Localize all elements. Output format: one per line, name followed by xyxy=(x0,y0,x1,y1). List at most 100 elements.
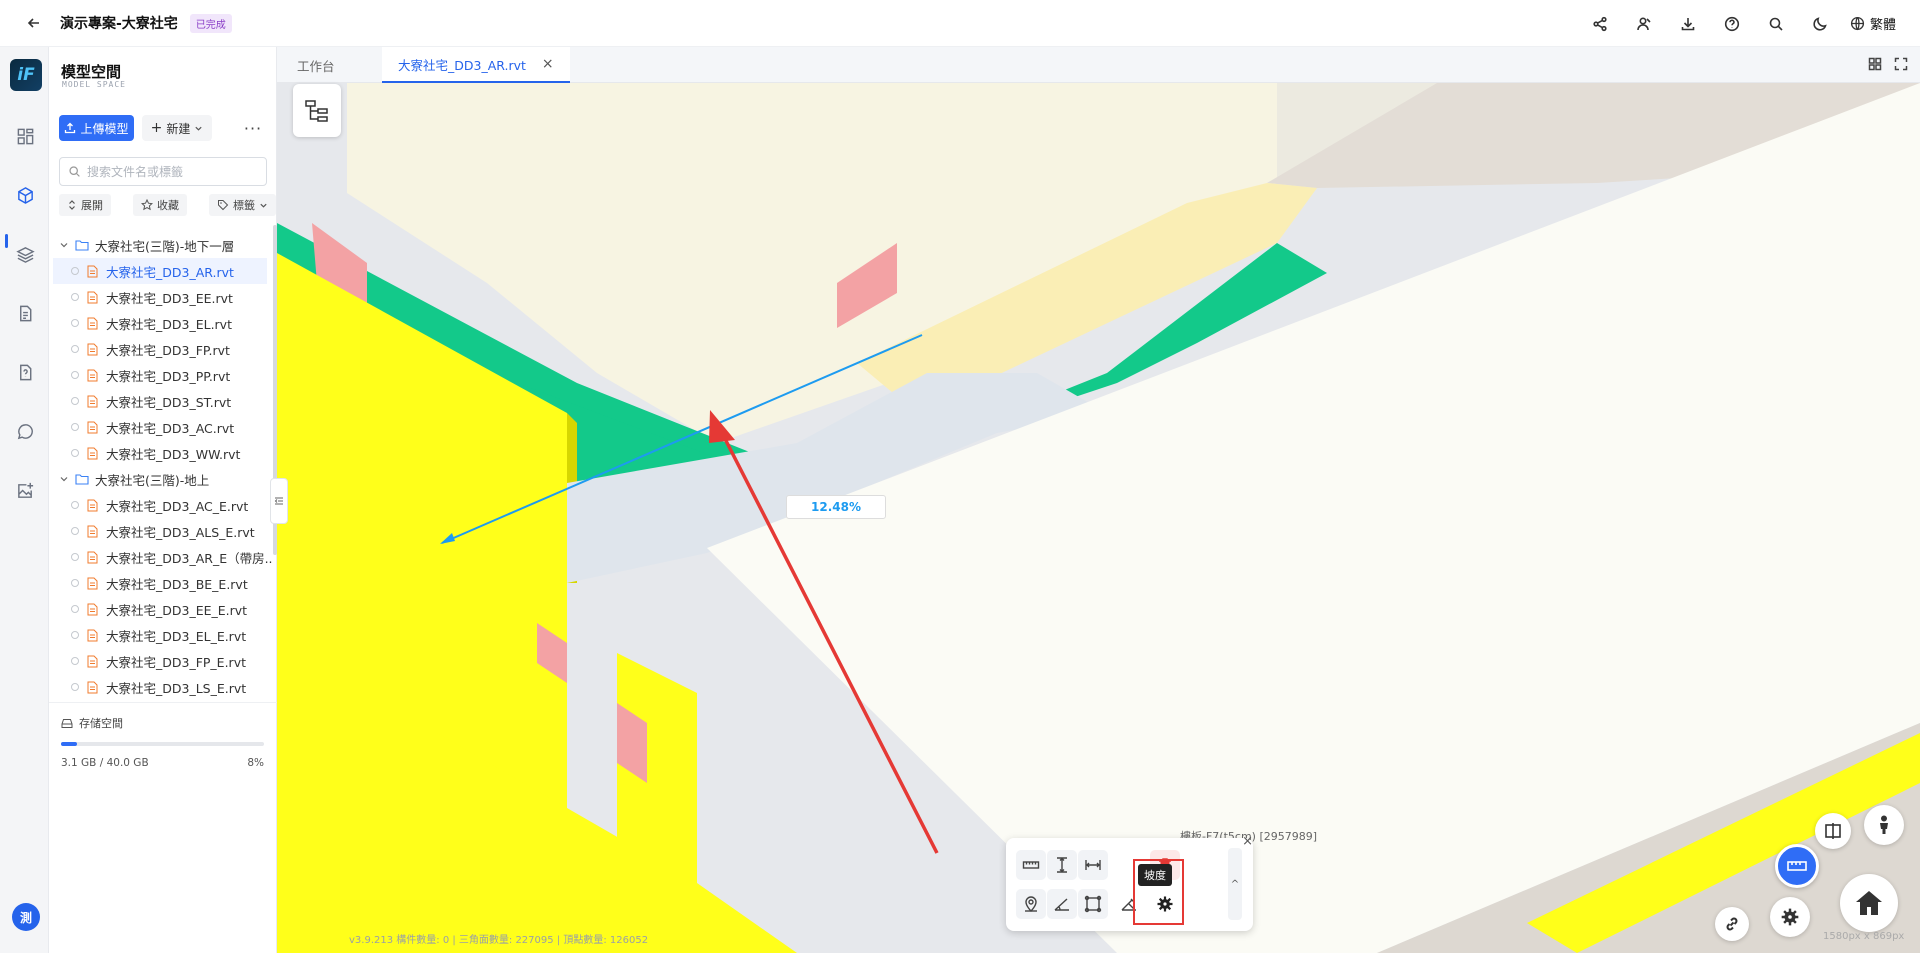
dark-mode-button[interactable] xyxy=(1798,0,1842,47)
clearance-tool-button[interactable] xyxy=(1078,850,1108,880)
tree-file-label: 大寮社宅_DD3_WW.rvt xyxy=(106,446,241,462)
area-tool-button[interactable] xyxy=(1078,889,1108,919)
new-button[interactable]: + 新建 xyxy=(142,115,212,141)
tree-file-item[interactable]: 大寮社宅_DD3_PP.rvt xyxy=(49,362,273,388)
tree-file-item[interactable]: 大寮社宅_DD3_ALS_E.rvt xyxy=(49,518,273,544)
user-avatar[interactable]: 測 xyxy=(12,903,40,931)
tree-file-item[interactable]: 大寮社宅_DD3_EE_E.rvt xyxy=(49,596,273,622)
angle-tool-button[interactable] xyxy=(1047,889,1077,919)
back-button[interactable] xyxy=(22,11,46,35)
rail-layers[interactable] xyxy=(14,243,36,265)
rail-models[interactable] xyxy=(14,184,36,206)
language-switch[interactable]: 繁體 xyxy=(1850,14,1896,33)
distance-tool-button[interactable] xyxy=(1016,850,1046,880)
viewer-settings-button[interactable] xyxy=(1770,897,1810,937)
search-icon xyxy=(69,166,80,177)
measure-mode-button[interactable] xyxy=(1775,844,1819,888)
panel-subtitle: MODEL SPACE xyxy=(62,80,126,89)
upload-icon xyxy=(65,122,76,134)
toolbar-collapse-button[interactable]: ^ xyxy=(1228,848,1242,920)
tree-file-item[interactable]: 大寮社宅_DD3_WW.rvt xyxy=(49,440,273,466)
tags-filter[interactable]: 標籤 xyxy=(209,194,276,216)
tree-file-item[interactable]: 大寮社宅_DD3_ST.rvt xyxy=(49,388,273,414)
tree-file-item[interactable]: 大寮社宅_DD3_AR.rvt xyxy=(53,258,267,284)
tree-file-item[interactable]: 大寮社宅_DD3_FP.rvt xyxy=(49,336,273,362)
file-status-dot xyxy=(71,579,79,587)
slope-measurement-label: 12.48% xyxy=(786,495,886,519)
help-button[interactable] xyxy=(1710,0,1754,47)
upload-model-button[interactable]: 上傳模型 xyxy=(59,115,134,141)
tree-file-item[interactable]: 大寮社宅_DD3_AC_E.rvt xyxy=(49,492,273,518)
tree-file-item[interactable]: 大寮社宅_DD3_EE.rvt xyxy=(49,284,273,310)
tree-file-label: 大寮社宅_DD3_EE_E.rvt xyxy=(106,602,248,618)
expand-label: 展開 xyxy=(81,199,103,212)
file-icon xyxy=(87,317,98,329)
model-tree-button[interactable] xyxy=(293,84,341,137)
tab-close-icon[interactable]: × xyxy=(542,56,554,72)
members-button[interactable] xyxy=(1622,0,1666,47)
clearance-icon xyxy=(1085,860,1101,870)
plus-icon: + xyxy=(150,120,163,136)
first-person-button[interactable] xyxy=(1864,805,1904,845)
tree-file-item[interactable]: 大寮社宅_DD3_LS_E.rvt xyxy=(49,674,273,700)
file-icon xyxy=(87,369,98,381)
tree-file-label: 大寮社宅_DD3_ST.rvt xyxy=(106,394,232,410)
favorites-label: 收藏 xyxy=(157,199,179,212)
tree-file-item[interactable]: 大寮社宅_DD3_BE_E.rvt xyxy=(49,570,273,596)
file-question-icon xyxy=(19,364,31,380)
rail-documents[interactable] xyxy=(14,302,36,324)
tree-file-item[interactable]: 大寮社宅_DD3_AC.rvt xyxy=(49,414,273,440)
tree-file-item[interactable]: 大寮社宅_DD3_EL.rvt xyxy=(49,310,273,336)
panel-collapse-handle[interactable] xyxy=(270,478,288,524)
tab-model[interactable]: 大寮社宅_DD3_AR.rvt × xyxy=(382,47,570,83)
search-field[interactable] xyxy=(59,157,267,186)
file-icon xyxy=(87,291,98,303)
moon-icon xyxy=(1813,16,1827,31)
file-status-dot xyxy=(71,553,79,561)
tree-file-label: 大寮社宅_DD3_ALS_E.rvt xyxy=(106,524,255,540)
tree-folder[interactable]: 大寮社宅(三階)-地下一層 xyxy=(49,232,273,258)
dashboard-icon xyxy=(17,128,33,144)
search-input[interactable] xyxy=(87,164,257,179)
link-button[interactable] xyxy=(1715,907,1749,941)
tab-workbench[interactable]: 工作台 xyxy=(297,47,335,83)
layers-icon xyxy=(15,246,35,263)
file-status-dot xyxy=(71,345,79,353)
model-scene[interactable] xyxy=(277,83,1920,953)
model-cube-icon xyxy=(17,186,33,204)
download-button[interactable] xyxy=(1666,0,1710,47)
height-tool-button[interactable] xyxy=(1047,850,1077,880)
more-options-button[interactable]: ··· xyxy=(241,115,265,141)
tree-folder[interactable]: 大寮社宅(三階)-地上 xyxy=(49,466,273,492)
point-tool-button[interactable] xyxy=(1016,889,1046,919)
file-status-dot xyxy=(71,605,79,613)
tree-file-label: 大寮社宅_DD3_AC_E.rvt xyxy=(106,498,249,514)
split-view-icon[interactable] xyxy=(1868,57,1882,71)
rail-chat[interactable] xyxy=(14,420,36,442)
home-view-button[interactable] xyxy=(1840,874,1898,932)
rail-images[interactable] xyxy=(14,479,36,501)
search-button[interactable] xyxy=(1754,0,1798,47)
file-status-dot xyxy=(71,293,79,301)
file-icon xyxy=(87,629,98,641)
file-icon xyxy=(87,395,98,407)
rail-issues[interactable] xyxy=(14,361,36,383)
toolbar-close-icon[interactable]: × xyxy=(1242,834,1253,849)
expand-filter[interactable]: 展開 xyxy=(59,194,111,216)
tree-file-item[interactable]: 大寮社宅_DD3_AR_E（帶房... xyxy=(49,544,273,570)
expand-icon xyxy=(69,200,75,210)
tree-file-item[interactable]: 大寮社宅_DD3_EL_E.rvt xyxy=(49,622,273,648)
tree-file-item[interactable]: 大寮社宅_DD3_FP_E.rvt xyxy=(49,648,273,674)
favorites-filter[interactable]: 收藏 xyxy=(133,194,187,216)
file-status-dot xyxy=(71,501,79,509)
3d-viewport[interactable]: T F R xyxy=(277,83,1920,953)
section-view-button[interactable] xyxy=(1815,813,1851,849)
rail-dashboard[interactable] xyxy=(14,125,36,147)
tree-file-label: 大寮社宅_DD3_AR_E（帶房... xyxy=(106,550,273,566)
storage-percent: 8% xyxy=(247,757,264,769)
tab-model-label: 大寮社宅_DD3_AR.rvt xyxy=(398,57,526,73)
share-button[interactable] xyxy=(1578,0,1622,47)
search-icon xyxy=(1769,17,1783,31)
fullscreen-icon[interactable] xyxy=(1894,57,1908,71)
tree-file-label: 大寮社宅_DD3_PP.rvt xyxy=(106,368,231,384)
